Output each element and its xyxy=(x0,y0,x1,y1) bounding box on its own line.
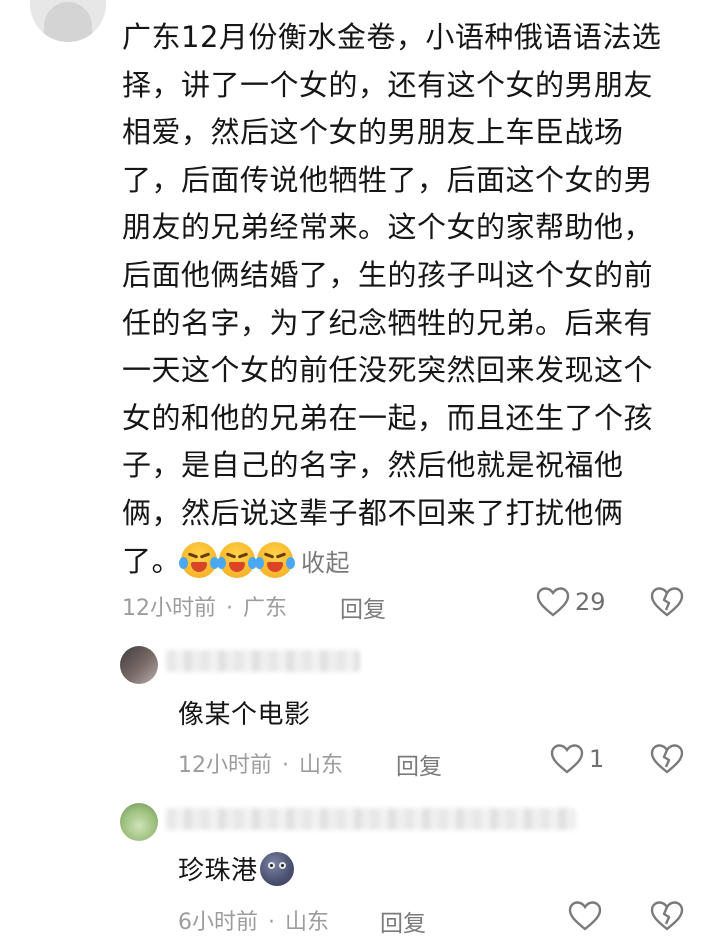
dislike-button[interactable] xyxy=(650,900,684,932)
dislike-button[interactable] xyxy=(650,586,684,618)
broken-heart-icon xyxy=(650,587,684,617)
comment-text: 广东12月份衡水金卷，小语种俄语语法选择，讲了一个女的，还有这个女的男朋友相爱，… xyxy=(122,14,674,587)
heart-icon xyxy=(550,744,584,774)
commenter-avatar[interactable] xyxy=(30,0,106,42)
comment-meta: 12小时前 · 广东 xyxy=(122,590,287,622)
reply-button[interactable]: 回复 xyxy=(340,590,386,624)
reply-avatar[interactable] xyxy=(120,646,158,684)
broken-heart-icon xyxy=(650,744,684,774)
reply-button[interactable]: 回复 xyxy=(380,904,426,938)
heart-icon xyxy=(568,901,602,931)
comment-location: 广东 xyxy=(243,596,288,621)
reply-meta: 12小时前 · 山东 xyxy=(178,747,343,779)
reply-button[interactable]: 回复 xyxy=(396,747,442,781)
collapse-link[interactable]: 收起 xyxy=(301,549,350,577)
reply-username-blurred[interactable] xyxy=(166,650,360,672)
reply-username-blurred[interactable] xyxy=(166,808,576,830)
reply-meta: 6小时前 · 山东 xyxy=(178,904,329,936)
like-count: 29 xyxy=(575,588,606,616)
broken-heart-icon xyxy=(650,901,684,931)
separator: · xyxy=(282,753,289,778)
dislike-button[interactable] xyxy=(650,743,684,775)
reply-time: 6小时前 xyxy=(178,910,258,935)
laughing-crying-emoji-icon xyxy=(255,541,296,578)
laughing-crying-emoji-icon xyxy=(217,541,258,578)
reply-avatar[interactable] xyxy=(120,803,158,841)
like-button[interactable]: 1 xyxy=(550,743,604,775)
reply-text: 珍珠港 xyxy=(178,850,294,887)
heart-icon xyxy=(536,587,570,617)
like-button[interactable]: 29 xyxy=(536,586,606,618)
separator: · xyxy=(226,596,233,621)
reply-text-body: 珍珠港 xyxy=(178,856,258,886)
laughing-crying-emoji-icon xyxy=(179,541,220,578)
like-button[interactable] xyxy=(568,900,607,932)
comment-body: 广东12月份衡水金卷，小语种俄语语法选择，讲了一个女的，还有这个女的男朋友相爱，… xyxy=(122,20,662,578)
like-count: 1 xyxy=(589,745,605,773)
new-moon-face-emoji-icon xyxy=(259,852,294,886)
reply-location: 山东 xyxy=(299,753,344,778)
comment-time: 12小时前 xyxy=(122,596,216,621)
reply-location: 山东 xyxy=(285,910,330,935)
separator: · xyxy=(268,910,275,935)
reply-text: 像某个电影 xyxy=(178,700,311,730)
reply-time: 12小时前 xyxy=(178,753,272,778)
